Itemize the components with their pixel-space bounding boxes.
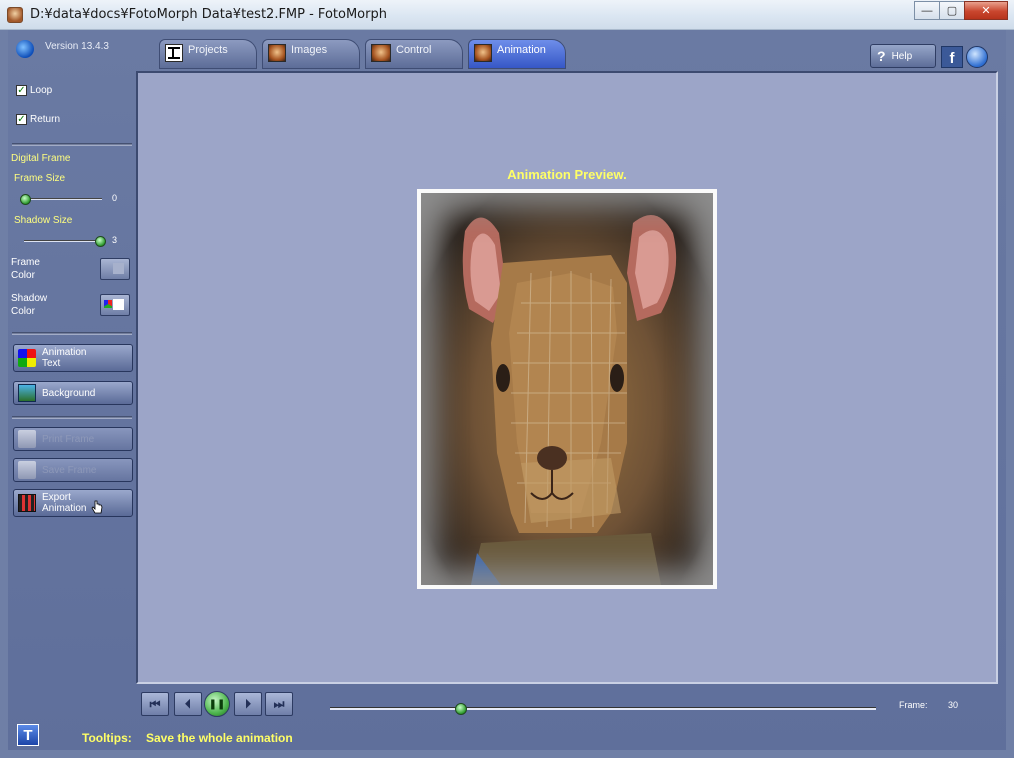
animation-text-button[interactable]: Animation Text [13,344,133,372]
film-icon [18,494,36,512]
label-line: Export [42,492,71,503]
shadow-size-slider-knob[interactable] [95,236,106,247]
help-button[interactable]: ? Help [870,44,936,68]
preview-photo-frame [417,189,717,589]
fotomorph-logo-icon [16,40,34,58]
pause-button[interactable]: ❚❚ [204,691,230,717]
label-line: Animation [42,347,87,358]
frame-value: 30 [948,700,959,710]
save-icon [18,461,36,479]
tooltips-text: Save the whole animation [146,731,293,745]
first-frame-button[interactable]: ⏮ [141,692,169,716]
shadow-color-label: Shadow Color [11,292,47,318]
frame-color-button[interactable] [100,258,130,280]
help-label: Help [891,50,913,62]
shadow-size-value: 3 [112,235,118,245]
title-bar: D:¥data¥docs¥FotoMorph Data¥test2.FMP - … [0,0,1014,30]
loop-checkbox[interactable]: ✓ Loop [16,85,52,96]
tab-label: Animation [497,44,546,56]
window-title: D:¥data¥docs¥FotoMorph Data¥test2.FMP - … [30,7,387,22]
return-checkbox[interactable]: ✓ Return [16,114,60,125]
print-icon [18,430,36,448]
facebook-button[interactable]: f [941,46,963,68]
frame-label: Frame: [899,700,928,710]
label-line: Animation [42,503,87,514]
next-frame-button[interactable]: ⏵ [234,692,262,716]
animation-icon [474,44,492,62]
frame-slider-knob[interactable] [455,703,468,715]
tab-projects[interactable]: Projects [159,39,257,69]
projects-icon [165,44,183,62]
button-label: Background [42,387,96,399]
images-icon [268,44,286,62]
label-line: Color [11,306,35,317]
checkmark-icon: ✓ [16,114,27,125]
preview-title: Animation Preview. [507,167,627,182]
maximize-button[interactable]: ▢ [939,1,965,20]
sidebar: ✓ Loop ✓ Return Digital Frame Frame Size… [8,70,136,710]
app-icon [7,7,23,23]
tab-label: Control [396,44,432,56]
checkmark-icon: ✓ [16,85,27,96]
tab-images[interactable]: Images [262,39,360,69]
shadow-size-slider[interactable] [24,240,102,242]
image-vignette [421,193,713,585]
button-label: Export Animation [42,492,86,514]
digital-frame-heading: Digital Frame [11,153,71,164]
color-swatch [113,263,124,274]
preview-image [421,193,713,585]
print-frame-button[interactable]: Print Frame [13,427,133,451]
shadow-size-label: Shadow Size [14,215,73,226]
frame-size-label: Frame Size [14,173,66,184]
frame-color-label: Frame Color [11,256,40,282]
background-icon [18,384,36,402]
tab-animation[interactable]: Animation [468,39,566,69]
abc-icon [18,349,36,367]
save-frame-button[interactable]: Save Frame [13,458,133,482]
divider [12,143,132,146]
tab-label: Images [291,44,328,56]
label-line: Shadow [11,293,48,304]
export-animation-button[interactable]: Export Animation [13,489,133,517]
tooltips-label: Tooltips: [82,731,132,745]
background-button[interactable]: Background [13,381,133,405]
close-button[interactable]: ✕ [964,1,1008,20]
frame-size-value: 0 [112,193,118,203]
color-swatch [113,299,124,310]
tab-control[interactable]: Control [365,39,463,69]
label-line: Color [11,270,35,281]
globe-icon[interactable] [966,46,988,68]
last-frame-button[interactable]: ⏭ [265,692,293,716]
button-label: Animation Text [42,347,86,369]
loop-label: Loop [30,85,53,96]
previous-frame-button[interactable]: ⏴ [174,692,202,716]
divider [12,332,132,335]
button-label: Save Frame [42,464,97,476]
minimize-button[interactable]: — [914,1,940,20]
palette-icon [104,300,112,308]
divider [12,416,132,419]
frame-size-slider-knob[interactable] [20,194,31,205]
tab-label: Projects [188,44,228,56]
button-label: Print Frame [42,433,95,445]
control-icon [371,44,391,62]
hand-cursor-icon [91,500,103,514]
return-label: Return [30,114,61,125]
label-line: Frame [11,257,40,268]
app-body: Version 13.4.3 Projects Images Control A… [8,30,1006,750]
animation-preview-area: Animation Preview. [136,71,998,684]
shadow-color-button[interactable] [100,294,130,316]
version-label: Version 13.4.3 [45,41,109,52]
frame-size-slider[interactable] [24,198,102,200]
help-icon: ? [877,48,886,64]
tooltips-toggle-button[interactable]: T [17,724,39,746]
frame-slider[interactable] [330,707,876,710]
window-controls: — ▢ ✕ [914,1,1008,20]
label-line: Text [42,358,61,369]
